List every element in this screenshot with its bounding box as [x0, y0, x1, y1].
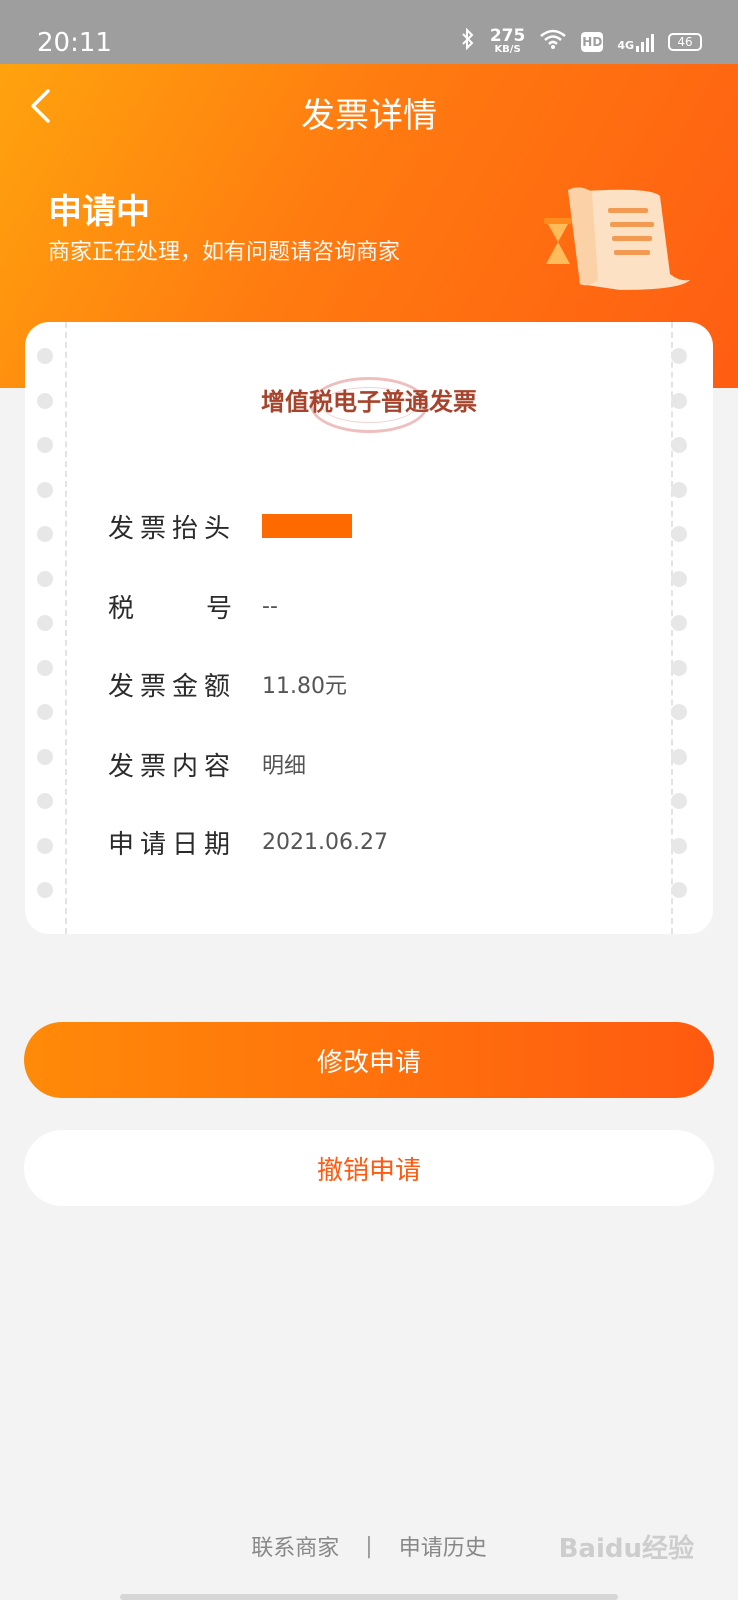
perforation-dot — [37, 615, 53, 631]
invoice-type: 增值税电子普通发票 — [261, 388, 477, 416]
perforation-dot — [671, 659, 687, 676]
field-invoice-content: 发票内容 明细 — [108, 744, 306, 784]
perforation-dot — [671, 615, 687, 631]
cancel-application-button[interactable]: 撤销申请 — [24, 1130, 714, 1206]
status-bar: 20:11 275 KB/S HD 4G 46 — [0, 0, 738, 64]
status-time: 20:11 — [37, 28, 112, 58]
contact-merchant-link[interactable]: 联系商家 — [251, 1530, 339, 1562]
field-invoice-amount: 发票金额 11.80元 — [108, 664, 347, 704]
perforation-dot — [37, 437, 53, 453]
hd-icon: HD — [581, 31, 604, 52]
perforation-dot — [37, 348, 53, 364]
perforation-dot — [37, 882, 53, 898]
home-indicator[interactable] — [120, 1594, 618, 1600]
redacted-value — [262, 514, 352, 538]
field-value: 11.80元 — [262, 674, 347, 699]
baidu-watermark: Baidu经验 — [558, 1534, 694, 1564]
perforation-dot — [37, 837, 53, 854]
page-title: 发票详情 — [301, 96, 437, 136]
perforation-dot — [671, 837, 687, 854]
perforation-dot — [671, 526, 687, 542]
field-value: -- — [262, 593, 278, 619]
field-label: 发票内容 — [108, 751, 237, 782]
field-value: 明细 — [262, 754, 307, 779]
perforation-dot — [671, 882, 687, 898]
perforation-dot — [671, 748, 687, 765]
battery-icon: 46 — [668, 32, 702, 51]
application-history-link[interactable]: 申请历史 — [399, 1530, 487, 1562]
field-label: 发票金额 — [108, 671, 237, 702]
field-label: 税 号 — [108, 593, 232, 624]
perforation-dot — [671, 481, 687, 498]
footer-separator: | — [365, 1533, 373, 1559]
perforation-dot — [37, 570, 53, 587]
perforation-dot — [37, 704, 53, 720]
wifi-icon — [539, 29, 567, 54]
field-tax-number: 税 号 -- — [108, 586, 278, 626]
field-label: 申请日期 — [108, 829, 237, 860]
invoice-card: 增值税电子普通发票 发票抬头 税 号 -- 发票金额 11.80元 发票内容 明… — [25, 322, 713, 934]
perforation-dot — [37, 481, 53, 498]
application-status-title: 申请中 — [48, 192, 150, 232]
perforation-dot — [671, 348, 687, 364]
perforation-dot — [671, 437, 687, 453]
field-apply-date: 申请日期 2021.06.27 — [108, 822, 388, 862]
field-label: 发票抬头 — [108, 513, 237, 544]
status-icons: 275 KB/S HD 4G 46 — [460, 28, 702, 55]
perforation-dot — [37, 526, 53, 542]
perforation-dot — [671, 570, 687, 587]
field-invoice-title: 发票抬头 — [108, 506, 352, 546]
perforation-dot — [37, 659, 53, 676]
network-speed: 275 KB/S — [489, 26, 526, 55]
perforation-dot — [37, 748, 53, 765]
bluetooth-icon — [460, 27, 476, 55]
signal-icon: 4G — [617, 32, 654, 52]
field-value: 2021.06.27 — [262, 829, 388, 855]
application-status-description: 商家正在处理，如有问题请咨询商家 — [48, 240, 401, 265]
scroll-hourglass-icon — [542, 187, 690, 290]
perforation-dot — [37, 793, 53, 809]
perforation-dot — [671, 793, 687, 809]
perforation-dot — [671, 704, 687, 720]
modify-application-button[interactable]: 修改申请 — [24, 1022, 714, 1098]
